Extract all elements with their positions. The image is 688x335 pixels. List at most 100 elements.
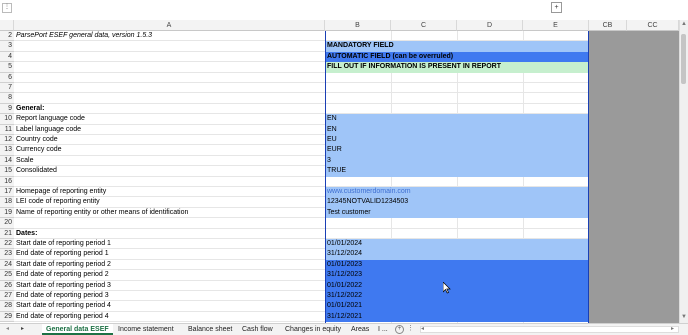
cell-label[interactable] <box>14 41 325 51</box>
next-sheet-arrow-icon[interactable]: ▸ <box>21 325 24 332</box>
cell-value[interactable]: FILL OUT IF INFORMATION IS PRESENT IN RE… <box>325 62 589 73</box>
row-header[interactable]: 19 <box>0 207 14 219</box>
cell-value[interactable]: EN <box>325 124 589 135</box>
row-header[interactable]: 2 <box>0 31 14 42</box>
cell-value[interactable] <box>325 229 589 239</box>
cell-value[interactable] <box>325 31 589 41</box>
cell-value[interactable] <box>325 83 589 93</box>
cell-value[interactable] <box>325 93 589 103</box>
prev-sheet-arrow-icon[interactable]: ◂ <box>6 325 9 332</box>
cell-value[interactable]: 31/12/2023 <box>325 270 589 281</box>
row-header[interactable]: 25 <box>0 270 14 281</box>
cell-label[interactable] <box>14 83 325 93</box>
more-options-icon[interactable]: ⋮ <box>407 324 414 332</box>
collapse-up-icon[interactable]: ⋮ <box>2 3 12 13</box>
column-header-d[interactable]: D <box>457 20 523 31</box>
cell-label[interactable]: End date of reporting period 2 <box>14 270 325 280</box>
scroll-right-arrow-icon[interactable]: ▸ <box>671 325 674 332</box>
cell-label[interactable]: Start date of reporting period 3 <box>14 281 325 291</box>
row-header[interactable]: 23 <box>0 249 14 260</box>
row-header[interactable]: 4 <box>0 51 14 63</box>
cell-label[interactable] <box>14 177 325 187</box>
cell-label[interactable]: Start date of reporting period 4 <box>14 301 325 311</box>
cell-value[interactable] <box>325 218 589 228</box>
column-header-cc[interactable]: CC <box>627 20 679 31</box>
cell-value[interactable]: AUTOMATIC FIELD (can be overruled) <box>325 51 589 63</box>
cell-label[interactable] <box>14 73 325 83</box>
column-header-a[interactable]: A <box>14 20 325 31</box>
cell-label[interactable] <box>14 218 325 228</box>
cell-value[interactable]: EUR <box>325 145 589 156</box>
row-header[interactable]: 15 <box>0 166 14 177</box>
cell-value[interactable]: 01/01/2021 <box>325 301 589 312</box>
tab-areas[interactable]: Areas <box>347 324 373 335</box>
row-header[interactable]: 24 <box>0 259 14 271</box>
cell-label[interactable]: Label language code <box>14 125 325 135</box>
row-header[interactable]: 14 <box>0 155 14 167</box>
row-header[interactable]: 6 <box>0 72 14 83</box>
tab-income-statement[interactable]: Income statement <box>114 324 178 335</box>
row-header[interactable]: 26 <box>0 280 14 291</box>
tab-general-data-esef[interactable]: General data ESEF <box>42 324 113 335</box>
cell-value[interactable]: 31/12/2021 <box>325 311 589 323</box>
row-header[interactable]: 12 <box>0 135 14 146</box>
add-sheet-icon[interactable]: + <box>395 325 404 334</box>
cell-label[interactable]: Currency code <box>14 145 325 155</box>
cell-label[interactable]: Scale <box>14 156 325 166</box>
horizontal-scrollbar[interactable] <box>420 326 679 333</box>
cell-label[interactable]: End date of reporting period 4 <box>14 312 325 322</box>
cell-value[interactable]: 01/01/2024 <box>325 239 589 250</box>
row-header[interactable]: 3 <box>0 41 14 52</box>
cell-label[interactable]: ParsePort ESEF general data, version 1.5… <box>14 31 325 41</box>
row-header[interactable]: 18 <box>0 197 14 208</box>
cell-label[interactable]: Homepage of reporting entity <box>14 187 325 197</box>
column-header-b[interactable]: B <box>325 20 391 31</box>
cell-label[interactable]: Start date of reporting period 1 <box>14 239 325 249</box>
row-header[interactable]: 21 <box>0 228 14 239</box>
column-header-e[interactable]: E <box>523 20 589 31</box>
column-header-c[interactable]: C <box>391 20 457 31</box>
row-header[interactable]: 27 <box>0 291 14 302</box>
row-header[interactable]: 20 <box>0 218 14 229</box>
cell-label[interactable] <box>14 93 325 103</box>
tab-more[interactable]: I ... <box>374 324 392 335</box>
expand-group-button[interactable]: + <box>551 2 562 13</box>
row-header[interactable]: 13 <box>0 145 14 156</box>
cell-label[interactable]: Report language code <box>14 114 325 124</box>
column-header-cb[interactable]: CB <box>589 20 627 31</box>
cell-value[interactable]: 01/01/2023 <box>325 259 589 271</box>
tab-changes-in-equity[interactable]: Changes in equity <box>281 324 345 335</box>
cell-value[interactable]: MANDATORY FIELD <box>325 41 589 52</box>
cell-value[interactable]: 31/12/2022 <box>325 291 589 302</box>
cell-value[interactable] <box>325 177 589 187</box>
cell-label[interactable]: Name of reporting entity or other means … <box>14 208 325 218</box>
scroll-left-arrow-icon[interactable]: ◂ <box>421 325 424 332</box>
cell-value[interactable]: 01/01/2022 <box>325 280 589 291</box>
cell-value[interactable]: EN <box>325 114 589 125</box>
tab-balance-sheet[interactable]: Balance sheet <box>184 324 236 335</box>
row-header[interactable]: 10 <box>0 114 14 125</box>
cell-label[interactable]: Dates: <box>14 229 325 239</box>
row-header[interactable]: 11 <box>0 124 14 135</box>
cell-label[interactable]: Start date of reporting period 2 <box>14 260 325 270</box>
cell-value[interactable] <box>325 104 589 114</box>
cell-value[interactable] <box>325 73 589 83</box>
row-header[interactable]: 29 <box>0 311 14 323</box>
cell-value[interactable]: 3 <box>325 155 589 167</box>
row-header[interactable]: 17 <box>0 187 14 198</box>
cell-label[interactable]: General: <box>14 104 325 114</box>
tab-cash-flow[interactable]: Cash flow <box>238 324 277 335</box>
cell-label[interactable] <box>14 62 325 72</box>
row-header[interactable]: 7 <box>0 83 14 94</box>
cell-label[interactable]: Country code <box>14 135 325 145</box>
cell-value[interactable]: www.customerdomain.com <box>325 187 589 198</box>
select-all-corner[interactable] <box>0 20 14 31</box>
cell-value[interactable]: TRUE <box>325 166 589 177</box>
row-header[interactable]: 9 <box>0 103 14 115</box>
cell-value[interactable]: 12345NOTVALID1234503 <box>325 197 589 208</box>
row-header[interactable]: 28 <box>0 301 14 312</box>
row-header[interactable]: 5 <box>0 62 14 73</box>
cell-label[interactable] <box>14 52 325 62</box>
scroll-down-arrow-icon[interactable]: ▼ <box>680 314 688 322</box>
cell-label[interactable]: End date of reporting period 3 <box>14 291 325 301</box>
